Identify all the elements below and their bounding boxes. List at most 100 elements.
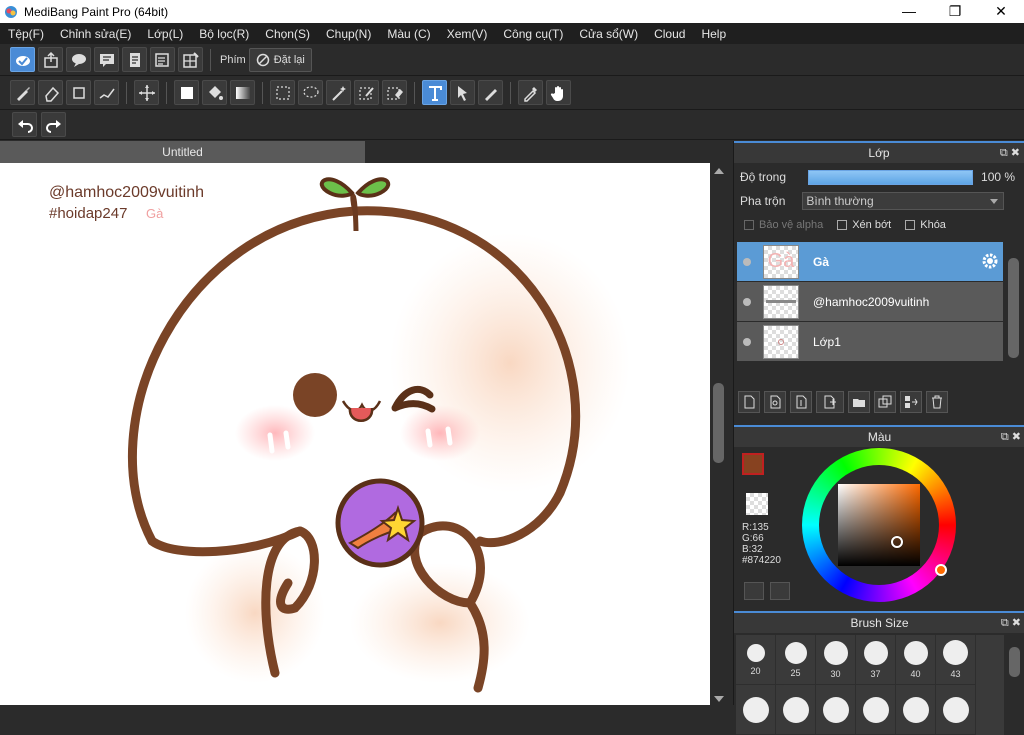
menu-cloud[interactable]: Cloud: [646, 27, 693, 41]
visibility-icon[interactable]: [743, 297, 751, 306]
bucket-tool[interactable]: [202, 80, 227, 105]
brush-size-cell[interactable]: [856, 685, 896, 735]
share-button[interactable]: [38, 47, 63, 72]
maximize-button[interactable]: ❐: [932, 0, 978, 22]
move-tool[interactable]: [134, 80, 159, 105]
panel-window-buttons[interactable]: ⧉ ✖: [1001, 427, 1021, 447]
brush-size-cell[interactable]: [776, 685, 816, 735]
select-pen-tool[interactable]: [354, 80, 379, 105]
layer-item[interactable]: @hamhoc2009vuitinh: [737, 282, 1003, 322]
sv-marker[interactable]: [891, 536, 903, 548]
menu-file[interactable]: Tệp(F): [0, 27, 52, 41]
hue-wheel[interactable]: [802, 448, 956, 602]
comment-button[interactable]: [66, 47, 91, 72]
canvas-scrollbar[interactable]: [710, 163, 727, 705]
new-folder-button[interactable]: [848, 391, 870, 413]
panel-window-buttons[interactable]: ⧉ ✖: [1001, 613, 1021, 633]
brush-size-cell[interactable]: 25: [776, 635, 816, 685]
menu-color[interactable]: Màu (C): [379, 27, 438, 41]
menu-edit[interactable]: Chỉnh sửa(E): [52, 27, 139, 41]
transparent-color-swatch[interactable]: [746, 493, 768, 515]
scroll-down-arrow[interactable]: [714, 696, 724, 702]
pen-select-tool[interactable]: [94, 80, 119, 105]
brush-size-cell[interactable]: 30: [816, 635, 856, 685]
menu-help[interactable]: Help: [693, 27, 734, 41]
eyedropper-tool[interactable]: [518, 80, 543, 105]
redo-button[interactable]: [41, 112, 66, 137]
merge-layer-button[interactable]: [900, 391, 922, 413]
layer-item[interactable]: Gà Gà: [737, 242, 1003, 282]
scroll-up-arrow[interactable]: [714, 168, 724, 174]
brush-size-cell[interactable]: 40: [896, 635, 936, 685]
palette-button[interactable]: [744, 582, 764, 600]
new-1bit-layer-button[interactable]: [790, 391, 812, 413]
protect-alpha-checkbox[interactable]: Bảo vệ alpha: [744, 219, 823, 231]
eraser-tool[interactable]: [38, 80, 63, 105]
delete-layer-button[interactable]: [926, 391, 948, 413]
operation-tool[interactable]: [450, 80, 475, 105]
brush-size-cell[interactable]: [736, 685, 776, 735]
drawing-canvas[interactable]: @hamhoc2009vuitinh #hoidap247 Gà: [0, 163, 710, 705]
dot-tool[interactable]: [66, 80, 91, 105]
layer-name[interactable]: Gà: [813, 255, 829, 269]
material-button[interactable]: [150, 47, 175, 72]
layer-scroll-thumb[interactable]: [1008, 258, 1019, 358]
select-eraser-tool[interactable]: [382, 80, 407, 105]
color-buttons: [744, 582, 790, 600]
duplicate-layer-button[interactable]: [874, 391, 896, 413]
document-button[interactable]: [122, 47, 147, 72]
scroll-thumb[interactable]: [713, 383, 724, 463]
new-8bit-layer-button[interactable]: [764, 391, 786, 413]
menu-snap[interactable]: Chụp(N): [318, 27, 379, 41]
gradient-tool[interactable]: [230, 80, 255, 105]
brush-size-cell[interactable]: 37: [856, 635, 896, 685]
clipping-checkbox[interactable]: Xén bớt: [837, 219, 891, 231]
close-button[interactable]: ✕: [978, 0, 1024, 22]
visibility-icon[interactable]: [743, 257, 751, 266]
opacity-slider[interactable]: [808, 169, 974, 185]
new-layer-button[interactable]: [738, 391, 760, 413]
lock-checkbox[interactable]: Khóa: [905, 219, 946, 231]
reset-button[interactable]: Đặt lại: [248, 47, 312, 72]
divide-tool[interactable]: [478, 80, 503, 105]
brush-size-cell[interactable]: [816, 685, 856, 735]
menu-layer[interactable]: Lớp(L): [139, 27, 191, 41]
grid-button[interactable]: [178, 47, 203, 72]
text-tool[interactable]: [422, 80, 447, 105]
blend-mode-select[interactable]: Bình thường: [802, 192, 1005, 210]
message-button[interactable]: [94, 47, 119, 72]
undo-button[interactable]: [12, 112, 37, 137]
palette-edit-button[interactable]: [770, 582, 790, 600]
brush-scroll-thumb[interactable]: [1009, 647, 1020, 677]
gear-icon[interactable]: [981, 252, 999, 270]
lasso-tool[interactable]: [298, 80, 323, 105]
magic-wand-tool[interactable]: [326, 80, 351, 105]
layer-name[interactable]: @hamhoc2009vuitinh: [813, 295, 929, 309]
menu-select[interactable]: Chọn(S): [257, 27, 318, 41]
layer-item[interactable]: Lớp1: [737, 322, 1003, 362]
brush-size-cell[interactable]: 43: [936, 635, 976, 685]
brush-size-cell[interactable]: [896, 685, 936, 735]
select-rect-tool[interactable]: [270, 80, 295, 105]
menu-view[interactable]: Xem(V): [439, 27, 496, 41]
menu-tools[interactable]: Công cụ(T): [495, 27, 571, 41]
hand-tool[interactable]: [546, 80, 571, 105]
foreground-color-swatch[interactable]: [742, 453, 764, 475]
layer-scrollbar[interactable]: [1005, 242, 1022, 384]
layer-name[interactable]: Lớp1: [813, 335, 841, 349]
visibility-icon[interactable]: [743, 337, 751, 346]
saturation-value-square[interactable]: [838, 484, 920, 566]
panel-window-buttons[interactable]: ⧉ ✖: [1000, 143, 1020, 163]
brush-size-cell[interactable]: [936, 685, 976, 735]
menu-window[interactable]: Cửa sổ(W): [571, 27, 646, 41]
brush-scrollbar[interactable]: [1006, 635, 1023, 705]
document-tab[interactable]: Untitled: [0, 141, 365, 163]
cloud-save-button[interactable]: [10, 47, 35, 72]
minimize-button[interactable]: —: [886, 0, 932, 22]
menu-filter[interactable]: Bộ lọc(R): [191, 27, 257, 41]
add-layer-dropdown[interactable]: [816, 391, 844, 413]
hue-marker[interactable]: [935, 564, 947, 576]
fill-rect-tool[interactable]: [174, 80, 199, 105]
brush-tool[interactable]: [10, 80, 35, 105]
brush-size-cell[interactable]: 20: [736, 635, 776, 685]
